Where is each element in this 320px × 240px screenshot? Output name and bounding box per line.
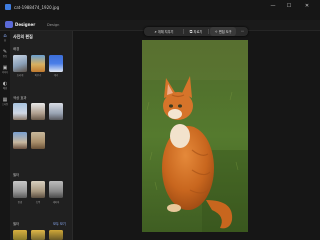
- section-title: 필터: [13, 222, 20, 226]
- preset-thumbnail[interactable]: [49, 230, 63, 240]
- erase-object-label: 개체 지우기: [157, 30, 174, 34]
- rail-item-label: 배경: [2, 87, 8, 90]
- thumbnail-label: 세피아: [52, 201, 60, 204]
- toolbar-divider: [208, 29, 209, 34]
- designer-logo-icon: [5, 21, 13, 28]
- thumbnail-label: 변경: [17, 201, 23, 204]
- preset-thumbnail[interactable]: [49, 55, 63, 72]
- section-title: 필터: [13, 173, 20, 177]
- preset-thumbnail[interactable]: [13, 181, 27, 198]
- preset-thumbnail[interactable]: [13, 132, 27, 149]
- section-title: 색상 효과: [13, 96, 27, 100]
- preset-thumbnail[interactable]: [49, 103, 63, 120]
- see-all-link[interactable]: 모두 보기: [53, 221, 66, 226]
- app-section: Design: [47, 23, 60, 27]
- left-rail: ⌂ 홈 ✎ 편집 ▣ 이미지 ◐ 배경 ▦ 스타일: [0, 31, 10, 240]
- rail-item-label: 편집: [2, 55, 8, 58]
- panel-title: 사진의 편집: [13, 34, 33, 39]
- title-bar: cat-1988474_1920.jpg — ☐ ✕: [0, 0, 320, 20]
- rail-item-edit[interactable]: ✎ 편집: [1, 49, 9, 61]
- close-button[interactable]: ✕: [302, 2, 312, 10]
- thumbnail-label: 흐리게: [16, 74, 24, 77]
- app-name: Designer: [15, 22, 36, 27]
- window-title: cat-1988474_1920.jpg: [14, 5, 60, 10]
- preset-thumbnail[interactable]: [31, 230, 45, 240]
- edit-tools-button[interactable]: ✧ 편집 도구: [210, 27, 236, 36]
- image-toolbar: ⌕ 개체 지우기 ⧉ 자르기 ✧ 편집 도구 ⋯: [144, 27, 248, 36]
- rail-item-label: 이미지: [1, 71, 9, 74]
- preset-thumbnail[interactable]: [31, 103, 45, 120]
- eraser-icon: ⌕: [154, 29, 157, 34]
- minimize-button[interactable]: —: [268, 2, 278, 10]
- preset-thumbnail[interactable]: [13, 55, 27, 72]
- rail-item-style[interactable]: ▦ 스타일: [1, 97, 9, 109]
- app-icon: [5, 4, 11, 10]
- edit-panel: 사진의 편집 배경 흐리게 바꾸기 제거 색상 효과 필터 변경 흑백 세피아 …: [10, 31, 73, 240]
- rail-item-home[interactable]: ⌂ 홈: [1, 33, 9, 45]
- more-options-button[interactable]: ⋯: [238, 27, 247, 36]
- erase-object-button[interactable]: ⌕ 개체 지우기: [146, 27, 182, 36]
- preset-thumbnail[interactable]: [49, 181, 63, 198]
- edit-tools-label: 편집 도구: [218, 30, 232, 34]
- maximize-button[interactable]: ☐: [284, 2, 294, 10]
- preset-thumbnail[interactable]: [13, 103, 27, 120]
- crop-icon: ⧉: [189, 29, 193, 34]
- toolbar-divider: [183, 29, 184, 34]
- preset-thumbnail[interactable]: [31, 181, 45, 198]
- thumbnail-label: 바꾸기: [34, 74, 42, 77]
- rail-item-label: 홈: [3, 39, 6, 42]
- thumbnail-label: 제거: [53, 74, 59, 77]
- rail-item-label: 스타일: [1, 103, 9, 106]
- rail-item-background[interactable]: ◐ 배경: [1, 81, 9, 93]
- crop-button[interactable]: ⧉ 자르기: [185, 27, 207, 36]
- cat-photo[interactable]: [142, 40, 248, 232]
- rail-item-image[interactable]: ▣ 이미지: [1, 65, 9, 77]
- sparkle-icon: ✧: [214, 29, 218, 34]
- preset-thumbnail[interactable]: [31, 55, 45, 72]
- section-title: 배경: [13, 47, 20, 51]
- thumbnail-label: 흑백: [35, 201, 41, 204]
- preset-thumbnail[interactable]: [31, 132, 45, 149]
- crop-label: 자르기: [193, 30, 203, 34]
- preset-thumbnail[interactable]: [13, 230, 27, 240]
